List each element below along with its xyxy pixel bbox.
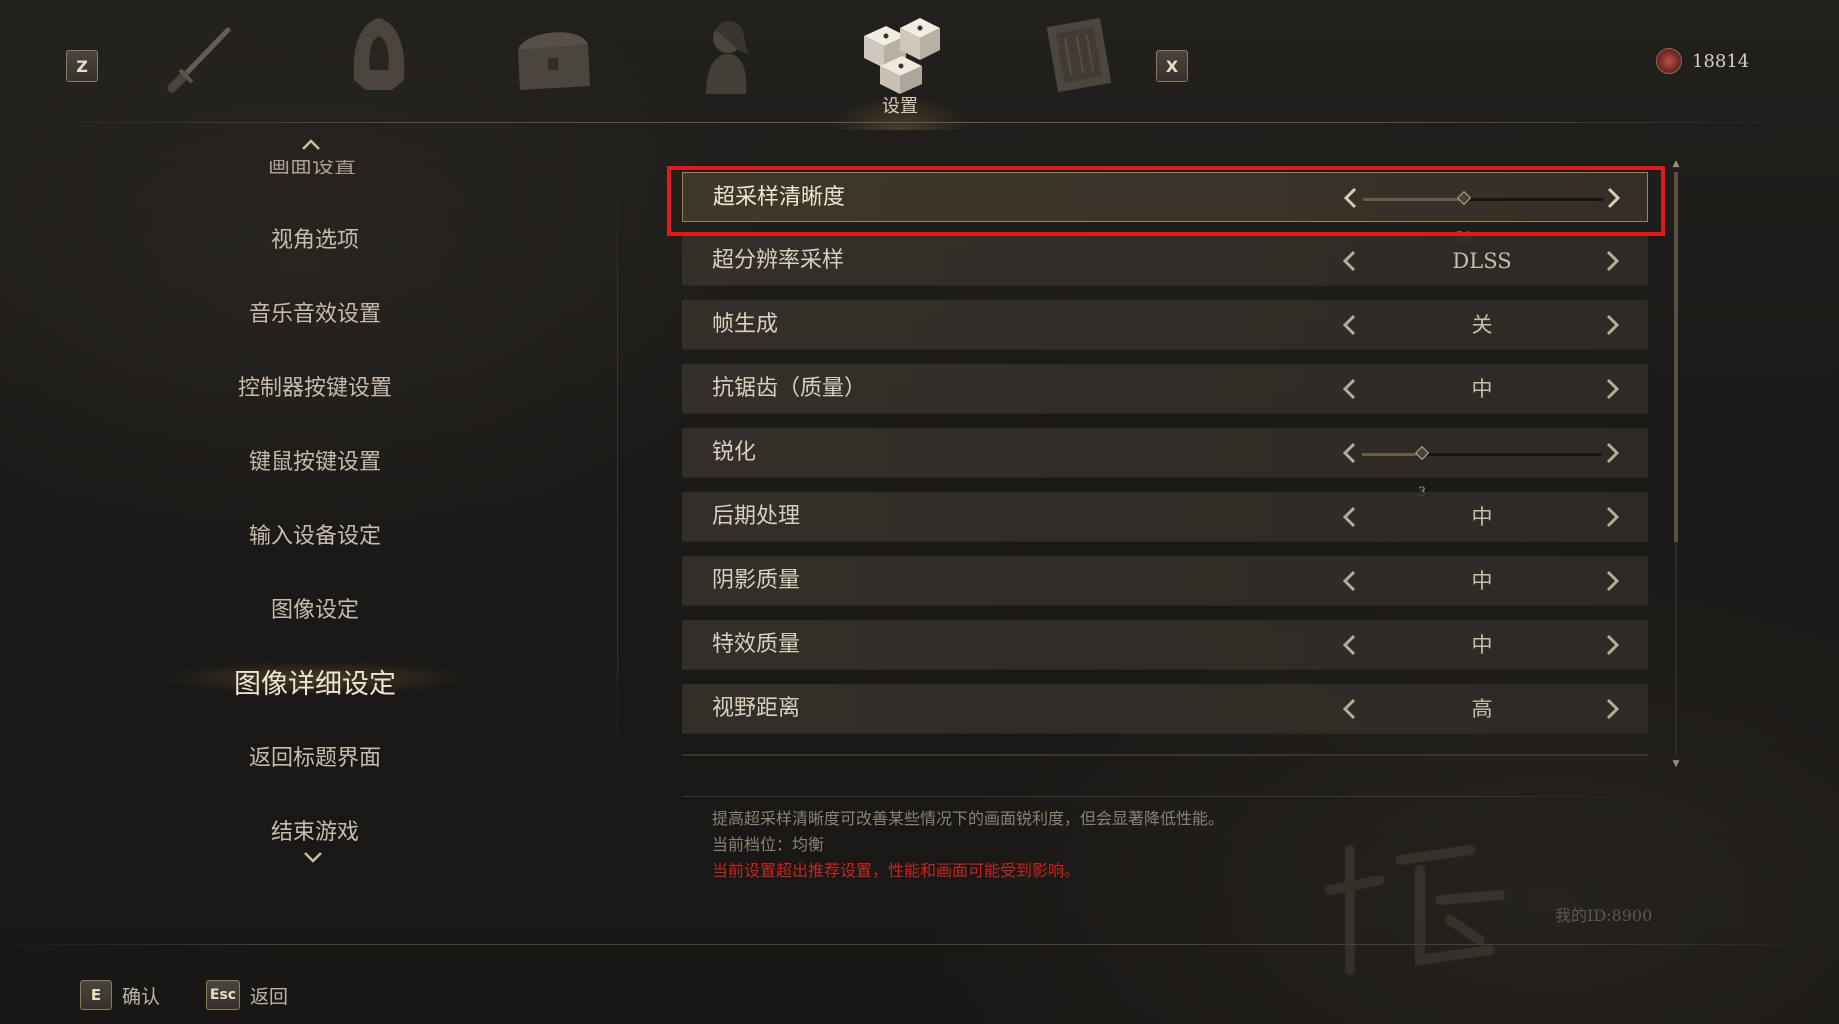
- scroll-thumb[interactable]: [1674, 172, 1678, 542]
- setting-value: 中: [1471, 505, 1493, 529]
- chevron-right-icon[interactable]: [1600, 568, 1624, 594]
- chevron-right-icon[interactable]: [1600, 632, 1624, 658]
- chevron-right-icon[interactable]: [1600, 440, 1624, 466]
- chevron-left-icon[interactable]: [1338, 440, 1362, 466]
- next-tab-key[interactable]: X: [1156, 50, 1188, 82]
- back-key[interactable]: Esc: [206, 980, 240, 1010]
- setting-label: 帧生成: [712, 312, 779, 337]
- slider-fill: [1362, 453, 1422, 456]
- bottom-divider: [0, 944, 1839, 945]
- setting-row-view-distance[interactable]: 视野距离 高: [682, 684, 1648, 734]
- setting-row-post-processing[interactable]: 后期处理 中: [682, 492, 1648, 542]
- setting-value: DLSS: [1452, 249, 1512, 273]
- menu-item-return-title[interactable]: 返回标题界面: [150, 740, 480, 772]
- current-preset-text: 当前档位：均衡: [712, 835, 825, 854]
- menu-item-input-device[interactable]: 输入设备设定: [150, 518, 480, 550]
- menu-item-keyboard-mouse-bindings[interactable]: 键鼠按键设置: [150, 444, 480, 476]
- setting-value: 中: [1471, 569, 1493, 593]
- scroll-map-icon[interactable]: [1034, 10, 1124, 100]
- currency-coin-icon: [1656, 48, 1682, 74]
- chevron-left-icon[interactable]: [1338, 504, 1362, 530]
- chevron-left-icon[interactable]: [1338, 312, 1362, 338]
- currency-display: 18814: [1656, 48, 1749, 74]
- setting-row-super-resolution[interactable]: 超分辨率采样 DLSS: [682, 236, 1648, 286]
- hood-armor-icon[interactable]: [334, 10, 424, 100]
- setting-description: 提高超采样清晰度可改善某些情况下的画面锐利度，但会显著降低性能。 当前档位：均衡…: [712, 806, 1224, 884]
- chevron-left-icon[interactable]: [1338, 632, 1362, 658]
- currency-value: 18814: [1692, 50, 1750, 72]
- setting-row-sharpening[interactable]: 锐化 3: [682, 428, 1648, 500]
- scroll-up-icon[interactable]: ▲: [1670, 160, 1682, 169]
- prev-tab-key[interactable]: Z: [66, 50, 98, 82]
- menu-item-graphics-detail[interactable]: 图像详细设定: [150, 662, 480, 701]
- setting-label: 视野距离: [712, 696, 801, 721]
- setting-label: 阴影质量: [712, 568, 801, 593]
- chevron-right-icon[interactable]: [1600, 312, 1624, 338]
- chest-icon[interactable]: [508, 10, 598, 100]
- scroll-down-icon[interactable]: ▼: [1670, 760, 1682, 769]
- setting-label: 后期处理: [712, 504, 801, 529]
- settings-category-menu: 视角选项 音乐音效设置 控制器按键设置 键鼠按键设置 输入设备设定 图像设定 图…: [110, 130, 520, 870]
- setting-row-shadow-quality[interactable]: 阴影质量 中: [682, 556, 1648, 606]
- chevron-left-icon[interactable]: [1338, 376, 1362, 402]
- player-id: 我的ID:8900: [1555, 906, 1653, 925]
- setting-value: 关: [1471, 313, 1493, 337]
- setting-row-anti-aliasing[interactable]: 抗锯齿（质量） 中: [682, 364, 1648, 414]
- setting-row-effects-quality[interactable]: 特效质量 中: [682, 620, 1648, 670]
- slider-track[interactable]: 3: [1362, 445, 1602, 500]
- setting-label: 锐化: [712, 440, 757, 465]
- top-navigation-bar: Z 设置 X 18814: [0, 0, 1839, 130]
- setting-row-frame-generation[interactable]: 帧生成 关: [682, 300, 1648, 350]
- settings-scrollbar[interactable]: ▲ ▼: [1673, 160, 1680, 769]
- description-text: 提高超采样清晰度可改善某些情况下的画面锐利度，但会显著降低性能。: [712, 809, 1225, 828]
- slider-thumb[interactable]: [1414, 445, 1430, 461]
- setting-value: 高: [1471, 697, 1493, 721]
- calligraphy-watermark-icon: [1325, 845, 1505, 975]
- setting-value: 中: [1471, 377, 1493, 401]
- chevron-right-icon[interactable]: [1600, 504, 1624, 530]
- settings-dice-icon[interactable]: [856, 8, 946, 98]
- chevron-left-icon[interactable]: [1338, 568, 1362, 594]
- chevron-left-icon[interactable]: [1338, 696, 1362, 722]
- menu-item-graphics[interactable]: 图像设定: [150, 592, 480, 624]
- topbar-divider: [40, 122, 1800, 123]
- chevron-right-icon[interactable]: [1600, 696, 1624, 722]
- confirm-key[interactable]: E: [80, 980, 112, 1010]
- description-divider: [682, 796, 1652, 797]
- selection-highlight-box: [667, 166, 1665, 236]
- setting-label: 抗锯齿（质量）: [712, 376, 867, 401]
- confirm-label: 确认: [122, 985, 161, 1008]
- active-tab-label: 设置: [882, 96, 918, 117]
- back-hint[interactable]: Esc 返回: [206, 980, 288, 1010]
- menu-item-quit-game[interactable]: 结束游戏: [150, 814, 480, 846]
- setting-label: 超分辨率采样: [712, 248, 845, 273]
- character-icon[interactable]: [682, 10, 772, 100]
- warning-text: 当前设置超出推荐设置，性能和画面可能受到影响。: [712, 861, 1081, 880]
- chevron-left-icon[interactable]: [1338, 248, 1362, 274]
- chevron-down-icon[interactable]: [298, 848, 328, 868]
- confirm-hint[interactable]: E 确认: [80, 980, 160, 1010]
- menu-item-camera-options[interactable]: 视角选项: [150, 222, 480, 254]
- chevron-right-icon[interactable]: [1600, 376, 1624, 402]
- chevron-right-icon[interactable]: [1600, 248, 1624, 274]
- list-bottom-divider: [682, 754, 1648, 756]
- menu-item-controller-bindings[interactable]: 控制器按键设置: [150, 370, 480, 402]
- menu-divider: [617, 170, 618, 750]
- back-label: 返回: [250, 985, 289, 1008]
- setting-value: 中: [1471, 633, 1493, 657]
- sword-icon[interactable]: [158, 10, 248, 100]
- menu-item-audio-settings[interactable]: 音乐音效设置: [150, 296, 480, 328]
- setting-label: 特效质量: [712, 632, 801, 657]
